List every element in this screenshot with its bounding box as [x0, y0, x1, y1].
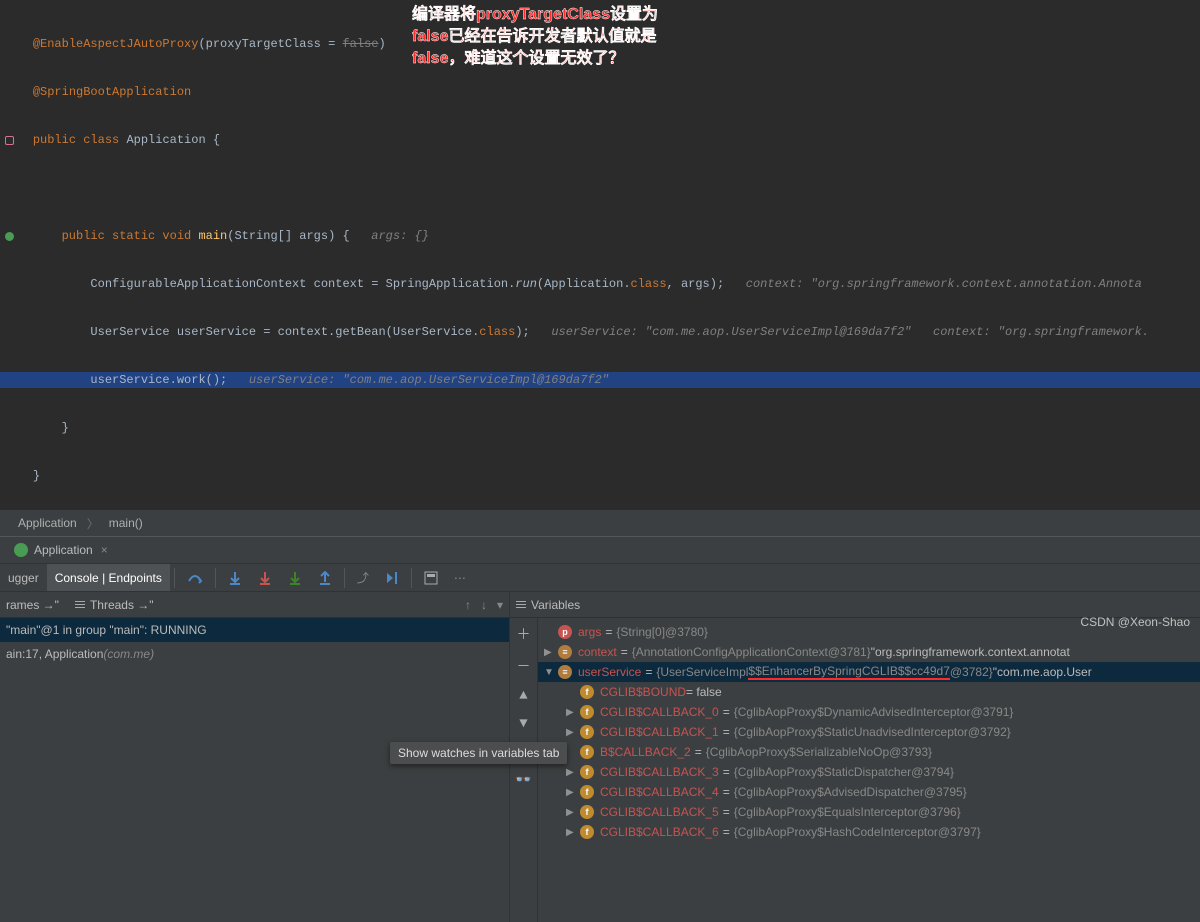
threads-icon	[75, 601, 85, 608]
watermark: CSDN @Xeon-Shao	[1080, 615, 1190, 629]
variable-row[interactable]: ▶fCGLIB$CALLBACK_1 = {CglibAopProxy$Stat…	[538, 722, 1200, 742]
variable-badge-icon: f	[580, 745, 594, 759]
gutter-run-main-icon[interactable]	[5, 232, 14, 241]
thread-row[interactable]: "main"@1 in group "main": RUNNING	[0, 618, 509, 642]
expand-arrow-icon[interactable]: ▶	[544, 647, 558, 658]
variable-badge-icon: ≡	[558, 665, 572, 679]
variable-badge-icon: f	[580, 765, 594, 779]
run-tool-tab-bar: Application ×	[0, 536, 1200, 564]
annotation-enableaspect: @EnableAspectJAutoProxy	[33, 37, 199, 51]
variables-panel: Variables ＋ － ▲ ▼ ⧉ 👓 pargs = {String[0]…	[510, 592, 1200, 922]
run-to-cursor-icon[interactable]	[377, 564, 407, 591]
step-over-icon[interactable]	[179, 564, 211, 591]
variable-badge-icon: ≡	[558, 645, 572, 659]
variable-badge-icon: p	[558, 625, 572, 639]
trace-icon[interactable]: ⋯	[446, 564, 474, 591]
variable-name: B$CALLBACK_2	[600, 745, 691, 759]
stack-frame-row[interactable]: ain:17, Application (com.me)	[0, 642, 509, 666]
variable-name: CGLIB$CALLBACK_4	[600, 785, 719, 799]
gutter-run-icon[interactable]	[5, 136, 14, 145]
remove-watch-icon[interactable]: －	[517, 656, 531, 676]
variable-row[interactable]: ▶fCGLIB$CALLBACK_6 = {CglibAopProxy$Hash…	[538, 822, 1200, 842]
variable-row[interactable]: fCGLIB$BOUND = false	[538, 682, 1200, 702]
variable-badge-icon: f	[580, 685, 594, 699]
variable-row[interactable]: ▶fCGLIB$CALLBACK_4 = {CglibAopProxy$Advi…	[538, 782, 1200, 802]
expand-arrow-icon[interactable]: ▶	[566, 727, 580, 738]
separator	[411, 568, 412, 588]
variables-list[interactable]: pargs = {String[0]@3780}▶≡context = {Ann…	[538, 618, 1200, 846]
variable-badge-icon: f	[580, 725, 594, 739]
move-down-icon[interactable]: ▼	[519, 716, 527, 732]
variable-badge-icon: f	[580, 805, 594, 819]
variable-name: CGLIB$CALLBACK_1	[600, 725, 719, 739]
expand-arrow-icon[interactable]: ▶	[566, 767, 580, 778]
run-tab-title[interactable]: Application	[34, 543, 93, 557]
threads-dropdown[interactable]: Threads →"	[90, 598, 154, 612]
evaluate-expression-icon[interactable]	[416, 564, 446, 591]
variable-badge-icon: f	[580, 705, 594, 719]
step-out-icon[interactable]	[310, 564, 340, 591]
variable-name: CGLIB$CALLBACK_3	[600, 765, 719, 779]
separator	[344, 568, 345, 588]
variable-name: CGLIB$CALLBACK_6	[600, 825, 719, 839]
variables-icon	[516, 601, 526, 608]
expand-arrow-icon[interactable]: ▶	[566, 787, 580, 798]
step-into-icon[interactable]	[220, 564, 250, 591]
breadcrumb-bar: Application 〉 main()	[0, 510, 1200, 536]
variable-name: args	[578, 625, 601, 639]
variable-row[interactable]: ▶fCGLIB$CALLBACK_0 = {CglibAopProxy$Dyna…	[538, 702, 1200, 722]
variable-name: context	[578, 645, 617, 659]
close-icon[interactable]: ×	[101, 543, 108, 557]
move-up-icon[interactable]: ▲	[519, 688, 527, 704]
debug-panels: rames →" Threads →" ↑ ↓ ▾ "main"@1 in gr…	[0, 592, 1200, 922]
filter-icon[interactable]: ▾	[497, 598, 503, 612]
watches-icon[interactable]: 👓	[515, 772, 532, 789]
variable-name: CGLIB$CALLBACK_0	[600, 705, 719, 719]
console-tab[interactable]: Console | Endpoints	[47, 564, 170, 591]
variable-badge-icon: f	[580, 825, 594, 839]
expand-arrow-icon[interactable]: ▶	[566, 707, 580, 718]
expand-arrow-icon[interactable]: ▼	[544, 667, 558, 678]
user-annotation-overlay: 编译器将proxyTargetClass设置为 false已经在告诉开发者默认值…	[412, 4, 658, 70]
prev-frame-icon[interactable]: ↑	[465, 598, 471, 612]
breadcrumb-class[interactable]: Application	[18, 516, 77, 530]
debugger-tab[interactable]: ugger	[0, 564, 47, 591]
breadcrumb-method[interactable]: main()	[109, 516, 143, 530]
frames-header[interactable]: rames →"	[6, 598, 59, 612]
tooltip: Show watches in variables tab	[390, 742, 567, 764]
variable-row[interactable]: ▼≡userService = {UserServiceImpl$$Enhanc…	[538, 662, 1200, 682]
run-config-icon	[14, 543, 28, 557]
variables-side-toolbar: ＋ － ▲ ▼ ⧉ 👓	[510, 618, 538, 922]
force-step-into-icon[interactable]	[250, 564, 280, 591]
breadcrumb-separator-icon: 〉	[87, 515, 99, 532]
variable-row[interactable]: fB$CALLBACK_2 = {CglibAopProxy$Serializa…	[538, 742, 1200, 762]
annotation-springboot: @SpringBootApplication	[33, 85, 191, 99]
variable-row[interactable]: ▶fCGLIB$CALLBACK_3 = {CglibAopProxy$Stat…	[538, 762, 1200, 782]
expand-arrow-icon[interactable]: ▶	[566, 827, 580, 838]
variables-header: Variables	[531, 598, 580, 612]
code-editor[interactable]: @EnableAspectJAutoProxy(proxyTargetClass…	[0, 0, 1200, 510]
add-watch-icon[interactable]: ＋	[517, 624, 531, 644]
variable-row[interactable]: ▶≡context = {AnnotationConfigApplication…	[538, 642, 1200, 662]
variable-name: CGLIB$CALLBACK_5	[600, 805, 719, 819]
variable-badge-icon: f	[580, 785, 594, 799]
drop-frame-icon[interactable]: ⤴	[349, 564, 377, 591]
next-frame-icon[interactable]: ↓	[481, 598, 487, 612]
variable-name: userService	[578, 665, 641, 679]
separator	[215, 568, 216, 588]
variable-name: CGLIB$BOUND	[600, 685, 686, 699]
smart-step-into-icon[interactable]	[280, 564, 310, 591]
expand-arrow-icon[interactable]: ▶	[566, 807, 580, 818]
debugger-toolbar: ugger Console | Endpoints ⤴ ⋯	[0, 564, 1200, 592]
separator	[174, 568, 175, 588]
variable-row[interactable]: ▶fCGLIB$CALLBACK_5 = {CglibAopProxy$Equa…	[538, 802, 1200, 822]
current-execution-line: userService.work(); userService: "com.me…	[0, 372, 1200, 388]
